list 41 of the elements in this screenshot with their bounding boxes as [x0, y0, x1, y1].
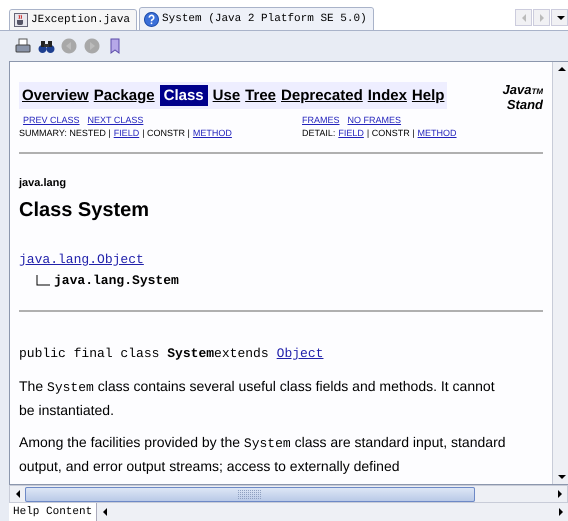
vertical-scrollbar[interactable]: [552, 62, 568, 484]
nav-link[interactable]: Help: [412, 85, 444, 106]
frames-link[interactable]: NO FRAMES: [348, 115, 402, 125]
scroll-thumb[interactable]: [25, 486, 475, 502]
class-nav-link[interactable]: NEXT CLASS: [88, 115, 144, 125]
object-link[interactable]: Object: [276, 346, 324, 361]
detail-link[interactable]: FIELD: [338, 128, 364, 138]
detail-label: | CONSTR |: [366, 128, 415, 138]
help-content-tab[interactable]: Help Content: [9, 503, 98, 521]
platform-title: JavaTM: [502, 82, 543, 97]
print-button[interactable]: [14, 37, 32, 55]
class-declaration: public final class Systemextends: [19, 346, 269, 361]
help-icon: [144, 12, 160, 26]
description-paragraph: Among the facilities provided by the System class are standard input, standard output, and error output streams; access to externally defined: [19, 433, 507, 476]
class-title: Class System: [19, 199, 150, 222]
document-tab[interactable]: JException.java: [9, 9, 138, 30]
nav-link[interactable]: Use: [212, 85, 240, 106]
summary-link[interactable]: FIELD: [114, 128, 140, 138]
superclass-link[interactable]: java.lang.Object: [19, 252, 144, 267]
coffee-cup-icon: [14, 13, 28, 27]
summary-link[interactable]: METHOD: [192, 128, 232, 138]
summary-label: | CONSTR |: [142, 128, 190, 138]
tab-list-button[interactable]: [551, 9, 568, 26]
summary-label: SUMMARY: NESTED |: [19, 128, 111, 138]
detail-label: DETAIL:: [302, 128, 336, 138]
nav-link[interactable]: Overview: [22, 85, 89, 106]
class-name: java.lang.System: [54, 273, 179, 288]
nav-link[interactable]: Tree: [245, 85, 276, 106]
document-tab[interactable]: System (Java 2 Platform SE 5.0): [139, 7, 374, 30]
detail-link[interactable]: METHOD: [418, 128, 457, 138]
class-nav-link[interactable]: PREV CLASS: [23, 115, 80, 125]
horizontal-scrollbar[interactable]: [9, 485, 568, 503]
nav-link[interactable]: Package: [94, 85, 155, 106]
package-name: java.lang: [19, 177, 68, 189]
nav-link[interactable]: Deprecated: [281, 85, 363, 106]
tree-branch-icon: [35, 274, 51, 286]
description-paragraph: The System class contains several useful class fields and methods. It cannot be instantiated.: [19, 377, 496, 420]
platform-subtitle: Stand: [506, 97, 543, 112]
frames-link[interactable]: FRAMES: [302, 115, 340, 125]
nav-link[interactable]: Class: [160, 85, 208, 106]
nav-link[interactable]: Index: [368, 85, 407, 106]
